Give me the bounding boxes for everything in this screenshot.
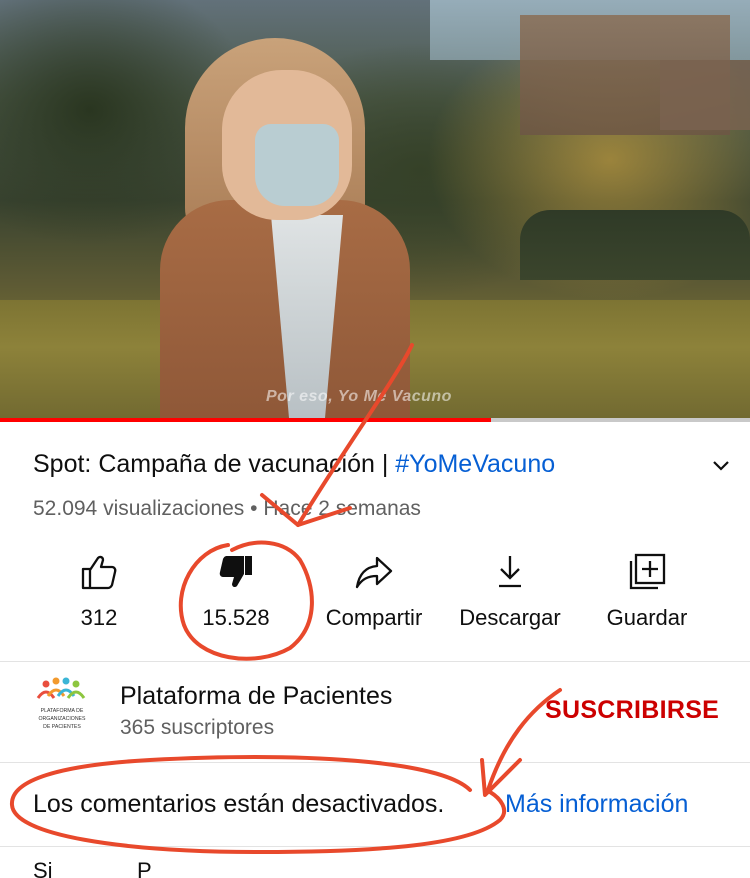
upload-age: Hace 2 semanas [263,497,421,520]
next-row-left: Si [33,858,53,878]
logo-text-1: PLATAFORMA DE [41,708,84,714]
save-button[interactable]: Guardar [582,552,712,631]
save-icon [629,553,666,590]
comments-disabled-text: Los comentarios están desactivados. [33,790,445,818]
next-row-right: P [137,858,152,878]
video-title-hashtag[interactable]: #YoMeVacuno [395,450,555,478]
video-progress-fill [0,418,492,422]
channel-logo[interactable]: PLATAFORMA DE ORGANIZACIONES DE PACIENTE… [30,676,94,746]
logo-text-3: DE PACIENTES [43,724,81,730]
next-section-row[interactable]: Si P [33,858,750,878]
video-progress-bar[interactable] [0,418,750,422]
share-button[interactable]: Compartir [309,552,439,631]
video-building-2 [660,60,750,130]
download-label: Descargar [459,605,561,630]
more-info-link[interactable]: Más información [505,790,688,819]
video-hedge [520,210,750,280]
video-meta: 52.094 visualizaciones • Hace 2 semanas [33,497,421,521]
like-icon [81,555,117,590]
subscriber-count: 365 suscriptores [120,716,275,739]
divider-middle [0,762,750,763]
divider-top [0,661,750,662]
like-count: 312 [80,605,118,630]
video-caption: Por eso, Yo Me Vacuno [266,388,452,405]
chevron-down-icon[interactable] [709,454,733,478]
view-count: 52.094 visualizaciones [33,497,245,520]
video-title[interactable]: Spot: Campaña de vacunación | #YoMeVacun… [33,450,555,479]
logo-figures [36,677,86,699]
dislike-icon [219,556,252,588]
video-player[interactable]: Por eso, Yo Me Vacuno [0,0,750,418]
video-title-text: Spot: Campaña de vacunación | [33,450,396,478]
share-icon [355,556,393,589]
like-button[interactable]: 312 [34,552,164,631]
save-label: Guardar [606,605,688,630]
divider-bottom [0,846,750,847]
video-person-mask [255,124,339,206]
meta-separator: • [244,497,264,520]
dislike-count: 15.528 [202,605,270,630]
dislike-button[interactable]: 15.528 [171,552,301,631]
subscribe-button[interactable]: SUSCRIBIRSE [545,696,719,725]
download-button[interactable]: Descargar [445,552,575,631]
logo-text-2: ORGANIZACIONES [39,716,87,722]
download-icon [499,556,521,588]
channel-name[interactable]: Plataforma de Pacientes [120,682,392,711]
share-label: Compartir [325,605,423,630]
